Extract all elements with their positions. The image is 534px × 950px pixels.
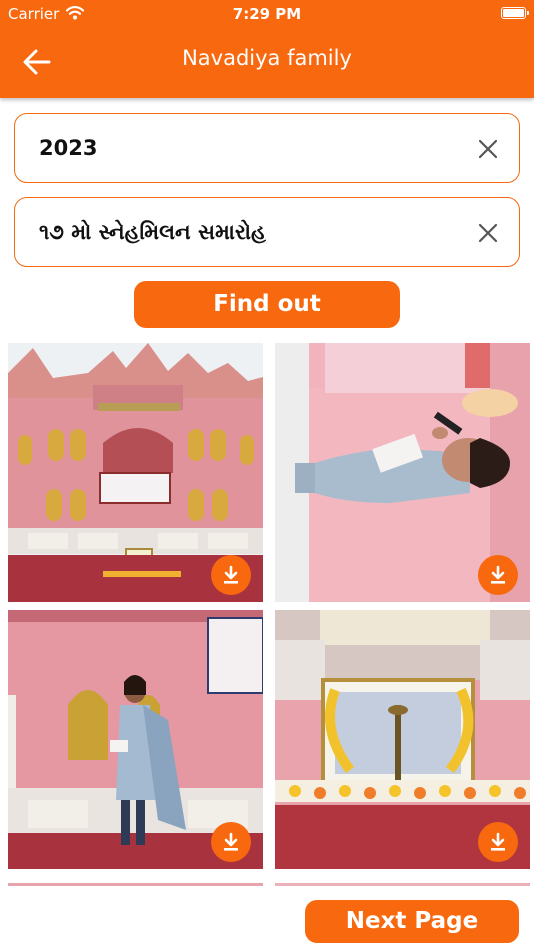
- gallery-photo-speaker[interactable]: [275, 343, 530, 602]
- status-bar: Carrier 7:29 PM: [0, 0, 534, 30]
- partial-image: [275, 883, 530, 886]
- event-value: ૧૭ મો સ્નેહમિલન સમારોહ: [39, 220, 266, 244]
- gallery-photo-partial[interactable]: [8, 877, 263, 886]
- download-icon: [224, 565, 238, 584]
- year-value: 2023: [39, 136, 98, 160]
- app-header: Carrier 7:29 PM Navadiya family: [0, 0, 534, 98]
- next-page-button[interactable]: Next Page: [305, 900, 519, 943]
- gallery-photo-partial[interactable]: [275, 877, 530, 886]
- find-out-button[interactable]: Find out: [134, 281, 400, 328]
- download-icon: [224, 832, 238, 851]
- page-title: Navadiya family: [182, 46, 352, 70]
- download-button[interactable]: [211, 555, 251, 595]
- partial-image: [8, 883, 263, 886]
- gallery-photo-venue[interactable]: [8, 343, 263, 602]
- clear-event-icon[interactable]: [477, 222, 499, 244]
- event-field[interactable]: ૧૭ મો સ્નેહમિલન સમારોહ: [14, 197, 520, 267]
- download-button[interactable]: [211, 822, 251, 862]
- download-button[interactable]: [478, 822, 518, 862]
- download-icon: [491, 565, 505, 584]
- battery-icon: [501, 7, 529, 19]
- clear-year-icon[interactable]: [477, 138, 499, 160]
- download-icon: [491, 832, 505, 851]
- gallery-photo-performer[interactable]: [8, 610, 263, 869]
- clock: 7:29 PM: [232, 5, 302, 23]
- year-field[interactable]: 2023: [14, 113, 520, 183]
- download-button[interactable]: [478, 555, 518, 595]
- gallery-photo-portrait[interactable]: [275, 610, 530, 869]
